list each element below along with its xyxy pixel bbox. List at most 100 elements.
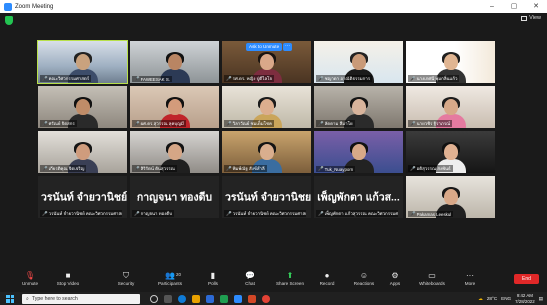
participant-tile[interactable]: 🎤 อดิสุวรรณ สงพันธ์ [405,130,496,174]
participant-name: วรนันท์ จำยวานิชย์ คณะวิศวกรรมศาสตร์ [232,211,306,216]
chrome-icon[interactable] [262,294,270,303]
language-indicator[interactable]: ENG [501,296,511,301]
participant-name-label: 🎤 วรนันท์ จำยวานิชย์ คณะวิศวกรรมศาสตร์ [224,210,306,217]
participant-display-name: เพ็ญพักตา แก้วส... [317,191,400,204]
participant-tile[interactable]: 🎤 นางเกศนี พุ่มกลิ่นแก้ว [405,40,496,84]
task-view-icon[interactable] [164,294,172,303]
participant-name: ลัดดาม สีมาโย [324,121,353,126]
muted-microphone-icon: 🎤 [42,120,48,126]
toolbar-participants-button[interactable]: 👥 20 Participants [150,270,190,286]
participant-tile[interactable]: 🎤 Pakamas Leeskul [405,175,496,219]
participant-tile[interactable]: 🎤 Tuk_Nuayporn [313,130,404,174]
reactions-icon: ☺ [359,271,369,280]
muted-microphone-icon: 🎤 [318,210,324,216]
participant-name-label: 🎤 ชญาดา อาณัติธรรมการ [316,75,373,82]
meeting-toolbar: End 🎙 Unmute ■ Stop Video ⛉ Security 👥 20 Partic… [0,268,547,292]
participant-name-label: 🎤 พิมพ์ณัฐ สังข์สำลี [224,165,267,172]
toolbar-whiteboards-button[interactable]: ▭ Whiteboards [412,270,452,286]
toolbar-security-button[interactable]: ⛉ Security [106,270,146,286]
toolbar-unmute-button[interactable]: 🎙 Unmute [10,270,50,286]
toolbar-button-label: Participants [157,281,182,286]
participant-tile[interactable]: 🎤 วิลาวัณย์ ชมเต็มโชค [221,85,312,129]
muted-microphone-icon: 🎤 [318,120,324,126]
weather-icon[interactable]: ☁ [478,296,483,302]
participant-tile[interactable]: 🎤 ผศ.ดร.สุวรรณ ลุคบุญมี [129,85,220,129]
close-button[interactable]: ✕ [525,0,547,13]
ask-to-unmute-button[interactable]: Ask to Unmute [246,43,283,51]
excel-icon[interactable] [220,294,228,303]
participant-name-label: 🎤 ลัดดาม สีมาโย [316,120,355,127]
windows-start-icon[interactable] [6,294,14,303]
window-titlebar: Zoom Meeting – ▢ ✕ [0,0,547,13]
participant-tile[interactable]: 🎤 คณะวิศวกรรมศาสตร์ [37,40,128,84]
muted-microphone-icon: 🎤 [134,76,140,81]
participant-name: นางเกศนี พุ่มกลิ่นแก้ว [416,76,458,81]
toolbar-polls-button[interactable]: ▮ Polls [193,270,233,286]
participant-tile[interactable]: วรนันท์ จำยวานิชย... 🎤 วรนันท์ จำยวานิชย์ … [221,175,312,219]
participant-tile[interactable]: 🎤 พิมพ์ณัฐ สังข์สำลี [221,130,312,174]
maximize-button[interactable]: ▢ [503,0,525,13]
weather-temp: 28°C [486,296,498,301]
participant-tile[interactable]: 🎤 ศรัณย์ จิตสกร [37,85,128,129]
tile-more-options-button[interactable]: ··· [283,43,292,51]
notification-icon[interactable]: ▤ [539,296,543,302]
participant-display-name: วรนันท์ จำยวานิชย์... [41,191,127,204]
view-label: View [529,15,541,21]
participant-name-label: 🎤 อดิสุวรรณ สงพันธ์ [408,165,453,172]
participant-name: Pakamas Leeskul [416,211,452,217]
toolbar-share-screen-button[interactable]: ⬆ Share Screen [270,270,310,286]
muted-microphone-icon: 🎤 [410,75,416,81]
participant-name: ศรัณย์ จิตสกร [48,121,75,126]
toolbar-button-label: Record [319,281,335,286]
view-button[interactable]: View [521,15,541,21]
zoom-app-icon [4,2,12,11]
window-controls: – ▢ ✕ [481,0,547,13]
muted-microphone-icon: 🎤 [318,75,324,81]
word-icon[interactable] [206,294,214,303]
edge-icon[interactable] [178,294,186,303]
participant-name-label: 🎤 นายวชิร ฐิราภรณ์ [408,120,453,127]
participant-tile[interactable]: เพ็ญพักตา แก้วส... 🎤 เพ็ญพักตา แก้วสุวรรณ … [313,175,404,219]
security-shield-icon[interactable] [5,16,13,25]
participant-name-label: 🎤 Pakamas Leeskul [408,211,454,217]
participant-name-label: 🎤 เกียรติคุณ จิตเจริญ [40,165,87,172]
file-explorer-icon[interactable] [192,294,200,303]
toolbar-apps-button[interactable]: ⚙ Apps [375,270,415,286]
clock[interactable]: 9:42 AM 7/28/2022 [515,293,535,304]
participant-tile[interactable]: 🎤 นายวชิร ฐิราภรณ์ [405,85,496,129]
participant-name-label: 🎤 รศ.ดร. หญิง ปู่ดีไลโจ [224,75,275,82]
cortana-icon[interactable] [150,294,158,303]
zoom-taskbar-icon[interactable] [234,294,242,303]
powerpoint-icon[interactable] [248,294,256,303]
toolbar-button-label: Unmute [21,281,39,286]
participant-name: เพ็ญพักตา แก้วสุวรรณ คณะวิศวกรรมศาสตร์ [324,211,398,216]
participant-name-label: 🎤 วิลาวัณย์ ชมเต็มโชค [224,120,274,127]
toolbar-more-button[interactable]: ··· More [450,270,490,286]
participant-name-label: 🎤 วรนันท์ จำยวานิชย์ คณะวิศวกรรมศาสตร์ [40,210,122,217]
toolbar-button-label: Apps [389,281,401,286]
microphone-muted-icon: 🎙 [24,271,36,280]
participant-name: ผศ.ดร.สุวรรณ ลุคบุญมี [140,121,184,126]
participant-tile[interactable]: 🎤 เกียรติคุณ จิตเจริญ [37,130,128,174]
toolbar-chat-button[interactable]: 💬 Chat [230,270,270,286]
muted-microphone-icon: 🎤 [42,165,48,171]
participant-tile[interactable]: กาญจนา ทองดีบ 🎤 กาญจนา ทองดีบ [129,175,220,219]
toolbar-stop-video-button[interactable]: ■ Stop Video [48,270,88,286]
participant-tile[interactable]: 🎤 FAWEESAK S. [129,40,220,84]
toolbar-record-button[interactable]: ● Record [307,270,347,286]
taskbar-search-input[interactable]: ⌕ Type here to search [22,293,140,304]
participant-tile[interactable]: วรนันท์ จำยวานิชย์... 🎤 วรนันท์ จำยวานิชย์… [37,175,128,219]
participant-tile[interactable]: 🎤 ชญาดา อาณัติธรรมการ [313,40,404,84]
search-placeholder: Type here to search [31,295,78,302]
participant-count-badge: 20 [176,272,181,277]
participant-tile[interactable]: 🎤 สิริรัตน์ ตันสุวรรณ [129,130,220,174]
muted-microphone-icon: 🎤 [226,120,232,126]
muted-microphone-icon: 🎤 [226,75,232,81]
participant-tile[interactable]: 🎤 ลัดดาม สีมาโย [313,85,404,129]
muted-microphone-icon: 🎤 [226,165,232,171]
end-meeting-button[interactable]: End [514,274,539,284]
minimize-button[interactable]: – [481,0,503,13]
participant-name-label: 🎤 Tuk_Nuayporn [316,166,356,172]
participant-name: รศ.ดร. หญิง ปู่ดีไลโจ [232,76,273,81]
muted-microphone-icon: 🎤 [410,165,416,171]
